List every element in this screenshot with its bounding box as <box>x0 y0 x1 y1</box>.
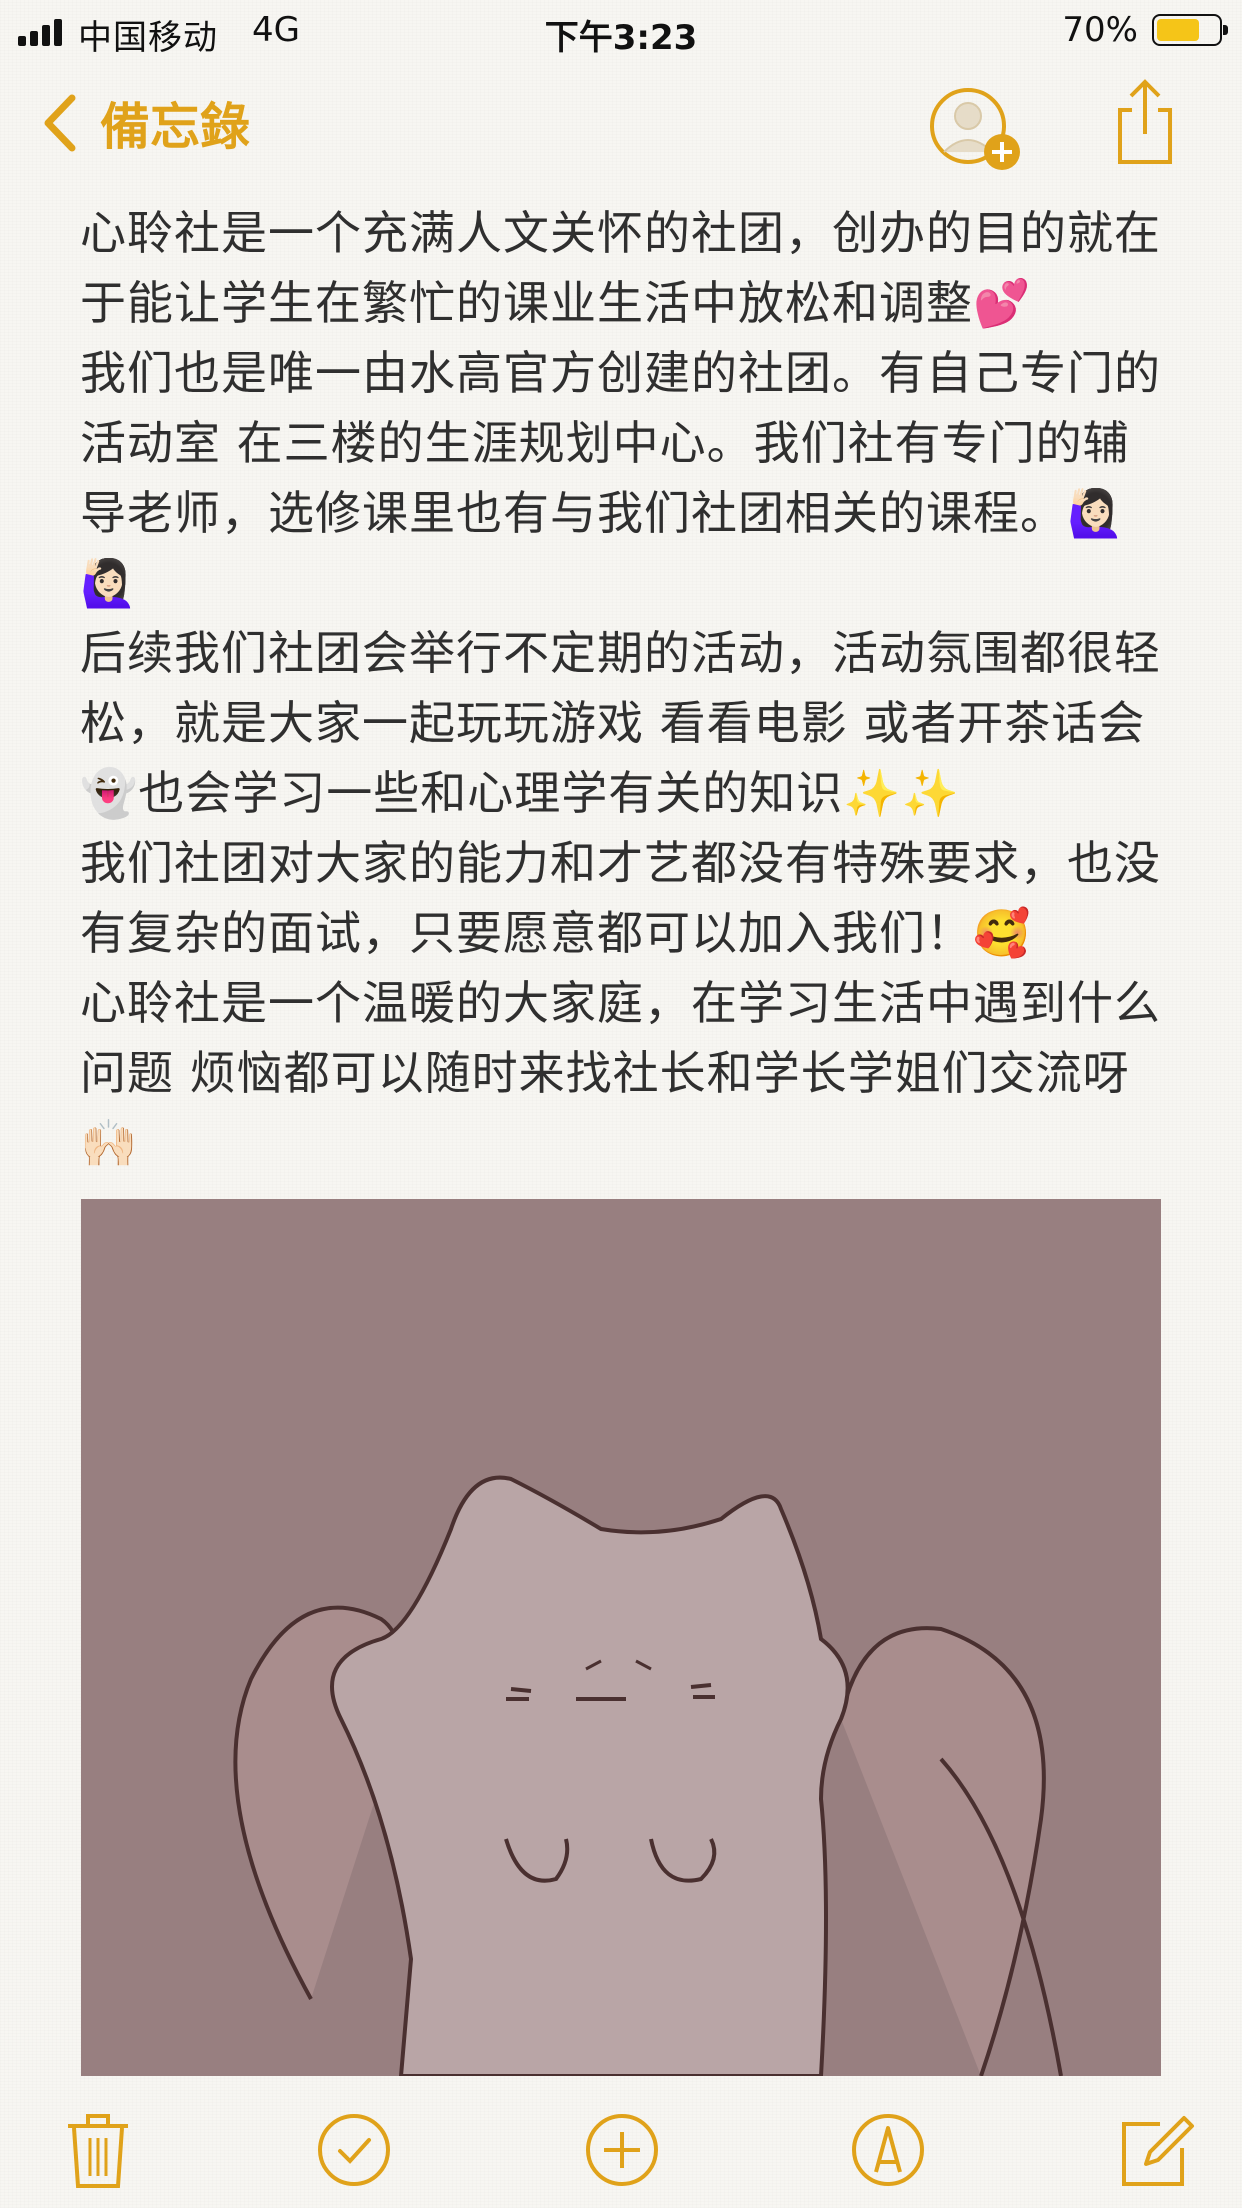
battery-icon <box>1152 14 1228 46</box>
navigation-bar: 備忘錄 <box>0 70 1242 180</box>
status-bar: 中国移动 4G 下午3:23 70% <box>0 0 1242 60</box>
add-person-icon <box>930 88 1020 170</box>
add-icon <box>586 2114 658 2186</box>
add-person-button[interactable] <box>926 84 1026 176</box>
share-button[interactable] <box>1114 78 1176 166</box>
status-time: 下午3:23 <box>544 18 698 58</box>
checklist-button[interactable] <box>314 2110 394 2190</box>
compose-icon <box>1122 2116 1194 2186</box>
chevron-left-icon <box>44 94 76 152</box>
back-label: 備忘錄 <box>100 98 250 156</box>
add-button[interactable] <box>582 2110 662 2190</box>
note-paragraph: 心聆社是一个温暖的大家庭，在学习生活中遇到什么问题 烦恼都可以随时来找社长和学长… <box>80 976 1161 1170</box>
note-paragraph: 我们也是唯一由水高官方创建的社团。有自己专门的活动室 在三楼的生涯规划中心。我们… <box>80 346 1161 610</box>
back-button[interactable]: 備忘錄 <box>40 88 250 158</box>
battery-percent: 70% <box>1062 10 1138 50</box>
share-icon <box>1118 79 1172 164</box>
note-paragraph: 我们社团对大家的能力和才艺都没有特殊要求，也没有复杂的面试，只要愿意都可以加入我… <box>80 836 1161 960</box>
markup-button[interactable] <box>848 2110 928 2190</box>
note-body[interactable]: 心聆社是一个充满人文关怀的社团，创办的目的就在于能让学生在繁忙的课业生活中放松和… <box>80 198 1170 1178</box>
bottom-toolbar <box>0 2090 1242 2208</box>
checklist-icon <box>318 2114 390 2186</box>
note-paragraph: 后续我们社团会举行不定期的活动，活动氛围都很轻松，就是大家一起玩玩游戏 看看电影… <box>80 626 1161 820</box>
trash-icon <box>68 2114 128 2188</box>
note-image-cat[interactable] <box>81 1199 1161 2076</box>
markup-icon <box>852 2114 924 2186</box>
battery-level <box>1157 19 1199 41</box>
note-paragraph: 心聆社是一个充满人文关怀的社团，创办的目的就在于能让学生在繁忙的课业生活中放松和… <box>80 206 1161 330</box>
delete-button[interactable] <box>58 2110 138 2190</box>
compose-button[interactable] <box>1116 2110 1196 2190</box>
cartoon-cat-illustration <box>81 1199 1161 2076</box>
